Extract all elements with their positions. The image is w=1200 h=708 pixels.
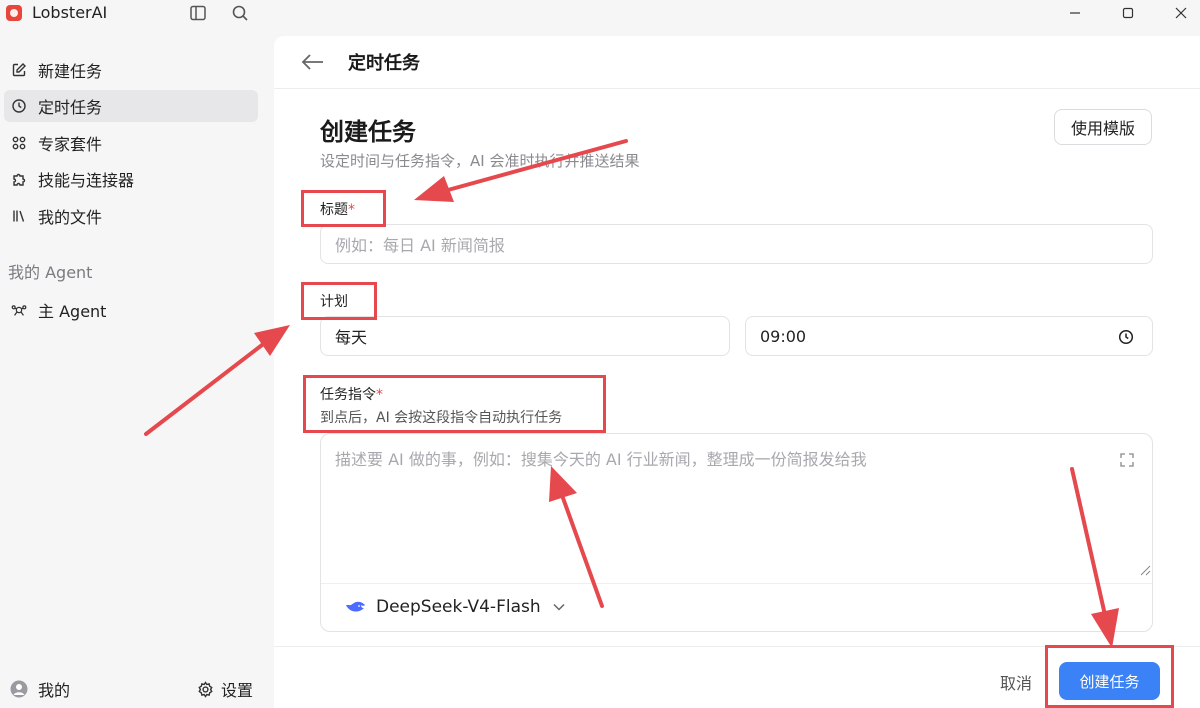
form-heading: 创建任务 (320, 118, 416, 146)
settings-label: 设置 (221, 681, 254, 700)
header-divider (274, 88, 1200, 89)
sidebar-toggle-icon[interactable] (189, 4, 207, 22)
agent-section-label: 我的 Agent (8, 263, 93, 282)
app-title: LobsterAI (32, 3, 108, 22)
grid-icon (11, 135, 27, 151)
close-window-button[interactable] (1170, 4, 1192, 22)
use-template-button[interactable]: 使用模版 (1054, 109, 1152, 145)
sidebar-item-scheduled-tasks[interactable]: 定时任务 (4, 90, 258, 122)
maximize-button[interactable] (1117, 4, 1139, 22)
annotation-box-instruction (303, 375, 606, 433)
sidebar-item-main-agent[interactable]: 主 Agent (4, 294, 258, 326)
sidebar-item-label: 新建任务 (38, 62, 103, 81)
sidebar-item-label: 定时任务 (38, 98, 103, 117)
sidebar-item-skills-connectors[interactable]: 技能与连接器 (4, 163, 258, 195)
schedule-frequency-select[interactable]: 每天 (320, 316, 730, 356)
cancel-button[interactable]: 取消 (1000, 670, 1032, 694)
clock-icon (11, 98, 27, 114)
back-arrow-icon[interactable] (300, 52, 326, 72)
form-subtitle: 设定时间与任务指令，AI 会准时执行并推送结果 (320, 152, 640, 170)
sidebar-my-account[interactable]: 我的 (10, 677, 70, 701)
app-logo (6, 5, 22, 21)
whale-icon (344, 599, 366, 615)
chevron-down-icon (553, 603, 565, 611)
search-icon[interactable] (231, 4, 249, 22)
sidebar-item-new-task[interactable]: 新建任务 (4, 54, 258, 86)
annotation-box-schedule (301, 282, 377, 320)
user-avatar-icon (10, 680, 28, 698)
resize-handle-icon[interactable] (1139, 561, 1151, 580)
page-title: 定时任务 (348, 53, 420, 74)
annotation-box-title (301, 190, 386, 227)
annotation-box-create (1045, 645, 1174, 708)
agent-icon (11, 302, 27, 318)
sidebar-item-my-files[interactable]: 我的文件 (4, 200, 258, 232)
model-selector[interactable]: DeepSeek-V4-Flash (344, 597, 565, 617)
textarea-divider (321, 583, 1152, 584)
sidebar-settings[interactable]: 设置 (197, 677, 253, 701)
my-account-label: 我的 (38, 681, 71, 700)
library-icon (11, 208, 27, 224)
instruction-placeholder: 描述要 AI 做的事，例如：搜集今天的 AI 行业新闻，整理成一份简报发给我 (335, 450, 867, 469)
edit-icon (11, 62, 27, 78)
expand-icon[interactable] (1119, 452, 1135, 472)
schedule-time-value: 09:00 (760, 326, 807, 346)
sidebar-item-label: 主 Agent (38, 302, 107, 321)
sidebar-item-expert-kits[interactable]: 专家套件 (4, 127, 258, 159)
sidebar-item-label: 我的文件 (38, 208, 103, 227)
sidebar-item-label: 专家套件 (38, 135, 103, 154)
title-input-placeholder: 例如：每日 AI 新闻简报 (335, 236, 505, 255)
gear-icon (197, 680, 214, 698)
time-clock-icon[interactable] (1118, 329, 1134, 345)
schedule-frequency-value: 每天 (335, 328, 368, 347)
puzzle-icon (11, 171, 27, 187)
minimize-button[interactable] (1064, 4, 1086, 22)
schedule-time-input[interactable]: 09:00 (745, 316, 1153, 356)
sidebar-item-label: 技能与连接器 (38, 171, 135, 190)
model-name: DeepSeek-V4-Flash (376, 597, 541, 617)
annotation-arrow-schedule (144, 325, 290, 436)
title-input[interactable]: 例如：每日 AI 新闻简报 (320, 224, 1153, 264)
